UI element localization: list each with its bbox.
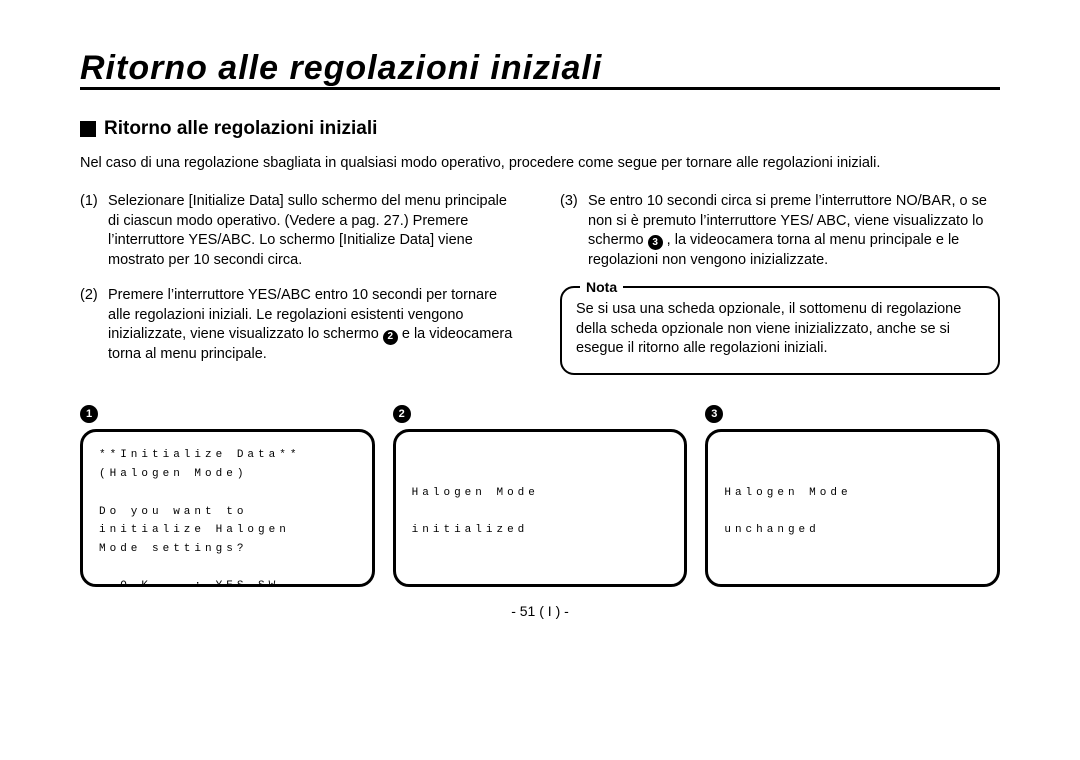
screen-examples-row: 1 **Initialize Data** (Halogen Mode) Do … — [80, 404, 1000, 587]
page-number: - 51 ( I ) - — [80, 603, 1000, 619]
step-number: (1) — [80, 192, 108, 270]
lcd-screen-mock: Halogen Mode initialized — [393, 429, 688, 587]
lcd-screen-mock: **Initialize Data** (Halogen Mode) Do yo… — [80, 429, 375, 587]
screen-number-badge: 3 — [705, 405, 723, 423]
page-title-wrap: Ritorno alle regolazioni iniziali — [80, 50, 1000, 90]
screen-number-badge: 2 — [393, 405, 411, 423]
section-heading: Ritorno alle regolazioni iniziali — [80, 118, 1000, 140]
step-body: Se entro 10 secondi circa si preme l’int… — [588, 192, 1000, 270]
step-number: (3) — [560, 192, 588, 270]
manual-page: Ritorno alle regolazioni iniziali Ritorn… — [0, 0, 1080, 760]
step-body: Selezionare [Initialize Data] sullo sche… — [108, 192, 520, 270]
step-number: (2) — [80, 286, 108, 364]
reference-circle-icon: 3 — [648, 235, 663, 250]
note-label: Nota — [580, 278, 623, 297]
reference-circle-icon: 2 — [383, 330, 398, 345]
page-title: Ritorno alle regolazioni iniziali — [80, 50, 1000, 87]
left-column: (1) Selezionare [Initialize Data] sullo … — [80, 192, 520, 381]
two-column-body: (1) Selezionare [Initialize Data] sullo … — [80, 192, 1000, 381]
screen-example-1: 1 **Initialize Data** (Halogen Mode) Do … — [80, 404, 375, 587]
step-3: (3) Se entro 10 secondi circa si preme l… — [560, 192, 1000, 270]
note-body: Se si usa una scheda opzionale, il sotto… — [576, 300, 984, 359]
intro-paragraph: Nel caso di una regolazione sbagliata in… — [80, 154, 1000, 174]
lcd-screen-mock: Halogen Mode unchanged — [705, 429, 1000, 587]
screen-number-badge: 1 — [80, 405, 98, 423]
section-title: Ritorno alle regolazioni iniziali — [104, 118, 377, 140]
step-body: Premere l’interruttore YES/ABC entro 10 … — [108, 286, 520, 364]
screen-example-3: 3 Halogen Mode unchanged — [705, 404, 1000, 587]
step-2: (2) Premere l’interruttore YES/ABC entro… — [80, 286, 520, 364]
note-box: Nota Se si usa una scheda opzionale, il … — [560, 286, 1000, 375]
step-1: (1) Selezionare [Initialize Data] sullo … — [80, 192, 520, 270]
square-bullet-icon — [80, 121, 96, 137]
right-column: (3) Se entro 10 secondi circa si preme l… — [560, 192, 1000, 381]
screen-example-2: 2 Halogen Mode initialized — [393, 404, 688, 587]
